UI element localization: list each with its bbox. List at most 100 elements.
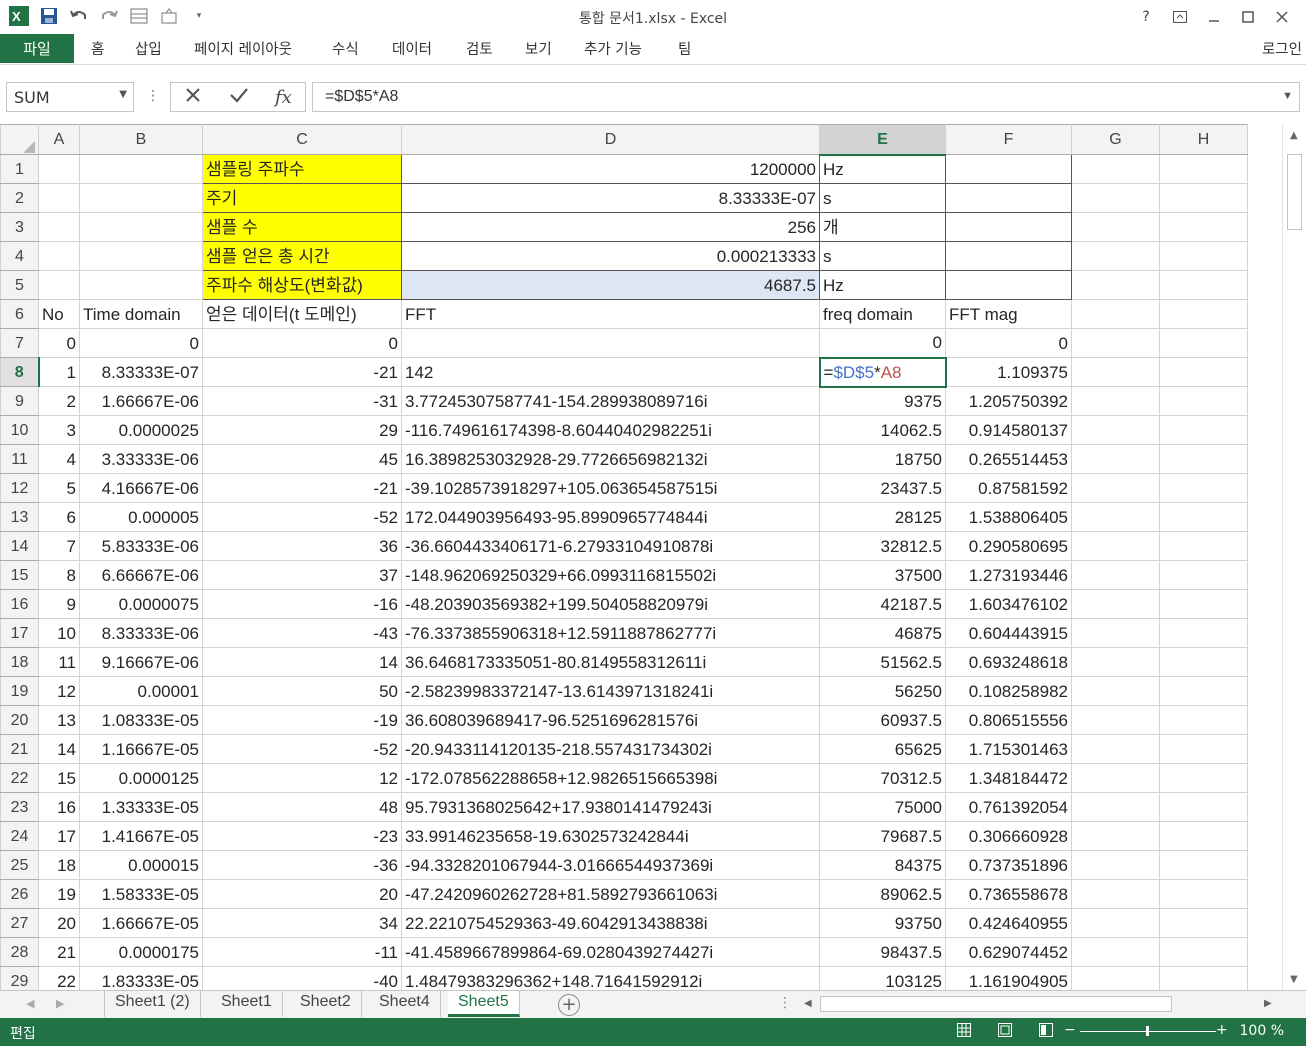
row-header[interactable]: 5 [0, 270, 39, 300]
cell-g5[interactable] [1071, 270, 1160, 300]
cell-c6[interactable]: 얻은 데이터(t 도메인) [202, 299, 402, 329]
enter-icon[interactable] [229, 86, 249, 108]
minimize-icon[interactable] [1198, 6, 1230, 28]
cell-e24[interactable]: 79687.5 [819, 821, 946, 851]
page-layout-view-icon[interactable] [998, 1023, 1012, 1041]
cell-e26[interactable]: 89062.5 [819, 879, 946, 909]
cell-b7[interactable]: 0 [79, 328, 203, 358]
cell-f11[interactable]: 0.265514453 [945, 444, 1072, 474]
row-header[interactable]: 11 [0, 444, 39, 474]
cell-d26[interactable]: -47.2420960262728+81.5892793661063i [401, 879, 820, 909]
cell-c9[interactable]: -31 [202, 386, 402, 416]
cell-h26[interactable] [1159, 879, 1248, 909]
cell-b23[interactable]: 1.33333E-05 [79, 792, 203, 822]
scroll-right-icon[interactable]: ▶ [1264, 998, 1272, 1009]
cell-d24[interactable]: 33.99146235658-19.6302573242844i [401, 821, 820, 851]
cell-f4[interactable] [945, 241, 1072, 271]
cell-e8[interactable]: =$D$5*A8 [818, 356, 947, 388]
cell-c3[interactable]: 샘플 수 [202, 212, 402, 242]
cell-b21[interactable]: 1.16667E-05 [79, 734, 203, 764]
cell-g13[interactable] [1071, 502, 1160, 532]
row-header[interactable]: 17 [0, 618, 39, 648]
column-header[interactable]: B [79, 124, 203, 155]
row-header[interactable]: 7 [0, 328, 39, 358]
cell-h19[interactable] [1159, 676, 1248, 706]
cell-b16[interactable]: 0.0000075 [79, 589, 203, 619]
cell-e7[interactable]: 0 [819, 328, 946, 358]
zoom-out-icon[interactable]: − [1064, 1022, 1076, 1038]
cell-c26[interactable]: 20 [202, 879, 402, 909]
cell-d25[interactable]: -94.3328201067944-3.01666544937369i [401, 850, 820, 880]
cell-a19[interactable]: 12 [38, 676, 80, 706]
cell-e10[interactable]: 14062.5 [819, 415, 946, 445]
cell-c18[interactable]: 14 [202, 647, 402, 677]
cell-g6[interactable] [1071, 299, 1160, 329]
cell-f5[interactable] [945, 270, 1072, 300]
tab-insert[interactable]: 삽입 [135, 38, 162, 59]
cell-e12[interactable]: 23437.5 [819, 473, 946, 503]
tab-team[interactable]: 팀 [678, 38, 691, 59]
cell-g21[interactable] [1071, 734, 1160, 764]
help-button[interactable]: ? [1130, 6, 1162, 28]
cell-c21[interactable]: -52 [202, 734, 402, 764]
column-header[interactable]: C [202, 124, 402, 155]
row-header[interactable]: 28 [0, 937, 39, 967]
tab-home[interactable]: 홈 [91, 38, 104, 59]
cell-a5[interactable] [38, 270, 80, 300]
cell-a24[interactable]: 17 [38, 821, 80, 851]
cell-b24[interactable]: 1.41667E-05 [79, 821, 203, 851]
row-header[interactable]: 1 [0, 154, 39, 184]
tab-file[interactable]: 파일 [0, 34, 74, 63]
cell-e18[interactable]: 51562.5 [819, 647, 946, 677]
sheet-tab[interactable]: Sheet4 [369, 991, 441, 1017]
cell-c24[interactable]: -23 [202, 821, 402, 851]
cell-e6[interactable]: freq domain [819, 299, 946, 329]
row-header[interactable]: 25 [0, 850, 39, 880]
cell-h11[interactable] [1159, 444, 1248, 474]
cell-c13[interactable]: -52 [202, 502, 402, 532]
login-link[interactable]: 로그인 [1262, 38, 1302, 59]
cell-e16[interactable]: 42187.5 [819, 589, 946, 619]
cell-a11[interactable]: 4 [38, 444, 80, 474]
cell-b6[interactable]: Time domain [79, 299, 203, 329]
cell-e25[interactable]: 84375 [819, 850, 946, 880]
zoom-in-icon[interactable]: + [1216, 1022, 1228, 1038]
cell-h2[interactable] [1159, 183, 1248, 213]
cell-c2[interactable]: 주기 [202, 183, 402, 213]
cell-h12[interactable] [1159, 473, 1248, 503]
cell-b28[interactable]: 0.0000175 [79, 937, 203, 967]
column-header[interactable]: A [38, 124, 80, 155]
cell-g25[interactable] [1071, 850, 1160, 880]
cell-g12[interactable] [1071, 473, 1160, 503]
tab-data[interactable]: 데이터 [392, 38, 432, 59]
cell-d1[interactable]: 1200000 [401, 154, 820, 184]
scroll-left-icon[interactable]: ◀ [804, 998, 812, 1009]
cell-a22[interactable]: 15 [38, 763, 80, 793]
cell-g2[interactable] [1071, 183, 1160, 213]
cell-g14[interactable] [1071, 531, 1160, 561]
scroll-tabs-right-icon[interactable]: ▶ [56, 997, 64, 1010]
cell-a14[interactable]: 7 [38, 531, 80, 561]
cell-d10[interactable]: -116.749616174398-8.60440402982251i [401, 415, 820, 445]
cell-g4[interactable] [1071, 241, 1160, 271]
cell-e5[interactable]: Hz [819, 270, 946, 300]
cell-a9[interactable]: 2 [38, 386, 80, 416]
cell-g20[interactable] [1071, 705, 1160, 735]
cell-e20[interactable]: 60937.5 [819, 705, 946, 735]
cell-c17[interactable]: -43 [202, 618, 402, 648]
cell-c12[interactable]: -21 [202, 473, 402, 503]
cell-d19[interactable]: -2.58239983372147-13.6143971318241i [401, 676, 820, 706]
cell-d2[interactable]: 8.33333E-07 [401, 183, 820, 213]
horizontal-scrollbar[interactable]: ◀ ▶ [800, 994, 1280, 1014]
cell-g27[interactable] [1071, 908, 1160, 938]
cell-b15[interactable]: 6.66667E-06 [79, 560, 203, 590]
cell-c8[interactable]: -21 [202, 357, 402, 387]
cell-h15[interactable] [1159, 560, 1248, 590]
cell-d3[interactable]: 256 [401, 212, 820, 242]
cell-b13[interactable]: 0.000005 [79, 502, 203, 532]
cell-a1[interactable] [38, 154, 80, 184]
cell-e27[interactable]: 93750 [819, 908, 946, 938]
row-header[interactable]: 10 [0, 415, 39, 445]
name-box[interactable]: SUM ▼ [6, 82, 134, 112]
cell-b19[interactable]: 0.00001 [79, 676, 203, 706]
